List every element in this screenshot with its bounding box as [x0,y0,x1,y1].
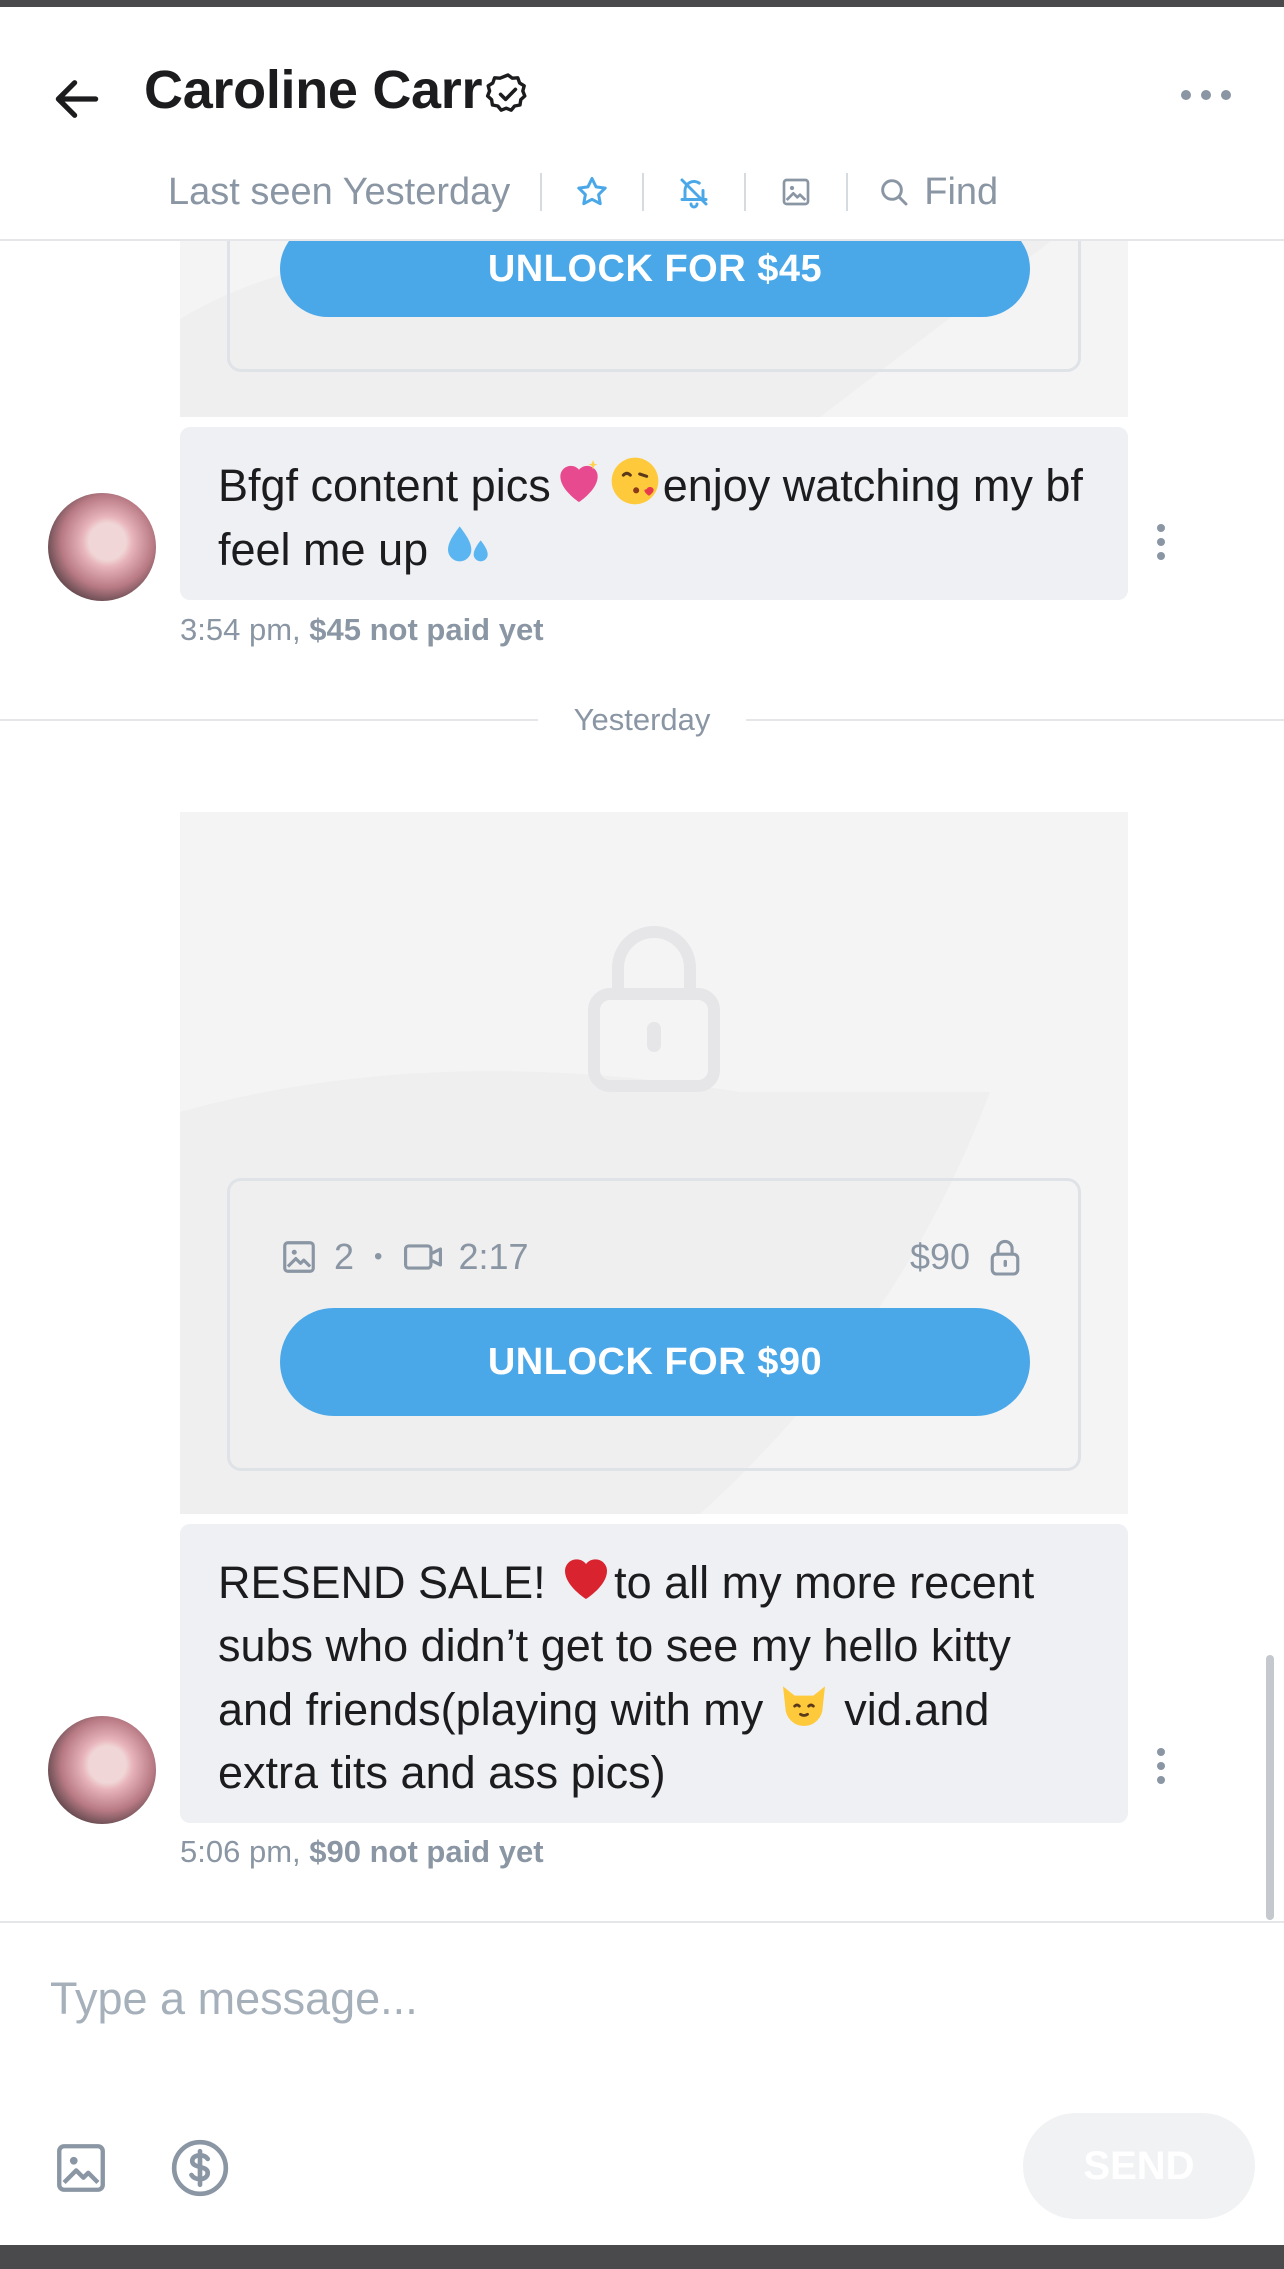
divider-line [0,719,538,721]
set-price-button[interactable] [165,2133,235,2203]
photo-icon [283,1241,315,1273]
message-options-button[interactable] [1146,1736,1176,1796]
chat-subbar: Last seen Yesterday Find [168,157,998,227]
red-heart-icon [565,1559,608,1599]
kebab-icon [1157,1748,1165,1756]
kissing-face-icon [611,457,659,505]
lock-icon [588,926,720,1092]
photo-count: 2 [334,1236,355,1277]
message-text: Bfgf content pics [218,460,551,511]
gallery-button[interactable] [776,172,816,212]
message-options-button[interactable] [1146,512,1176,572]
divider [540,173,543,211]
verified-badge-icon [484,70,532,118]
divider-line [746,719,1284,721]
message-time: 3:54 pm, [180,612,301,647]
bottom-strip [0,2245,1284,2269]
video-duration: 2:17 [458,1236,529,1277]
bell-off-icon [680,178,708,209]
divider [846,173,849,211]
more-options-button[interactable] [1170,73,1242,117]
more-horizontal-icon [1181,90,1231,100]
star-icon [577,177,607,206]
avatar[interactable] [48,1716,156,1824]
payment-status: $90 not paid yet [309,1834,544,1869]
day-divider: Yesterday [0,700,1284,740]
back-arrow-icon [55,80,99,118]
locked-media-card: UNLOCK FOR $45 [180,239,1128,417]
mute-button[interactable] [674,172,714,212]
scrollbar[interactable] [1266,1655,1274,1920]
unlock-button[interactable]: UNLOCK FOR $90 [280,1308,1030,1416]
locked-media-card: 2 • 2:17 $90 UNLOCK FOR $90 [180,812,1128,1514]
price-label: $90 [910,1236,971,1277]
message-composer: SEND [0,1921,1284,2247]
price-tag: $90 [910,1222,1022,1292]
image-icon [782,178,810,206]
send-button[interactable]: SEND [1023,2113,1255,2219]
favorite-button[interactable] [572,172,612,212]
message-meta: 3:54 pm, $45 not paid yet [180,612,544,648]
message-bubble: RESEND SALE! to all my more recent subs … [180,1524,1128,1823]
contact-name[interactable]: Caroline Carr [144,59,483,121]
divider [744,173,747,211]
search-icon [881,179,908,206]
lock-icon [990,1239,1020,1276]
day-label: Yesterday [573,702,711,737]
top-status-strip [0,0,1284,7]
payment-status: $45 not paid yet [309,612,544,647]
divider [642,173,645,211]
unlock-button[interactable]: UNLOCK FOR $45 [280,239,1030,317]
video-icon [404,1244,443,1270]
find-button[interactable]: Find [878,171,998,214]
media-summary: 2 • 2:17 [280,1222,529,1292]
message-text: RESEND SALE! [218,1557,559,1608]
back-button[interactable] [40,62,114,136]
message-input[interactable] [48,1963,1232,2035]
sweat-droplets-icon [447,526,488,562]
avatar[interactable] [48,493,156,601]
cat-face-icon [782,1686,825,1726]
kebab-icon [1157,524,1165,532]
bullet-separator: • [374,1243,383,1270]
dollar-icon [171,2139,229,2197]
find-label: Find [924,170,999,213]
message-time: 5:06 pm, [180,1834,301,1869]
chat-header: Caroline Carr Last seen Yesterday Find [0,7,1284,241]
image-icon [57,2144,105,2192]
attach-media-button[interactable] [46,2133,116,2203]
last-seen-status: Last seen Yesterday [168,170,511,213]
message-meta: 5:06 pm, $90 not paid yet [180,1834,544,1870]
sparkling-heart-icon [560,460,598,502]
message-bubble: Bfgf content pics enjoy watching my bf fe… [180,427,1128,600]
